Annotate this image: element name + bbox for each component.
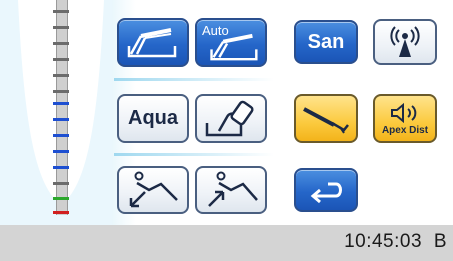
scale-tick [53, 10, 69, 13]
endo-handpiece-icon [303, 106, 349, 134]
cup-fill-button[interactable] [195, 94, 267, 143]
return-arrow-icon [310, 182, 342, 204]
cup-fill-icon [205, 100, 254, 136]
scale-tick-blue [53, 150, 69, 153]
wireless-signal-icon [390, 26, 420, 57]
chair-recline-down-icon [129, 171, 178, 208]
apex-dist-label: Apex Dist [381, 124, 429, 136]
endo-motor-button[interactable] [294, 94, 358, 143]
scale-tick [53, 182, 69, 185]
auto-instrument-button[interactable]: Auto [195, 18, 267, 67]
scale-tick-blue [53, 102, 69, 105]
chair-recline-up-icon [208, 171, 258, 207]
scale-tick-blue [53, 134, 69, 137]
scale-tick-green [53, 197, 69, 200]
return-button[interactable] [294, 168, 358, 212]
aqua-button[interactable]: Aqua [117, 94, 189, 143]
scale-tick-blue [53, 118, 69, 121]
scale-tick [53, 58, 69, 61]
clock-time: 10:45:03 [344, 231, 423, 252]
apex-locator-scale [53, 0, 69, 220]
san-button[interactable]: San [294, 20, 358, 64]
chair-up-button[interactable] [195, 166, 267, 214]
scale-tick-blue [53, 166, 69, 169]
speaker-icon [391, 102, 417, 123]
scale-tick [53, 26, 69, 29]
row-separator [114, 78, 274, 81]
instrument-tray-button[interactable] [117, 18, 189, 67]
row-separator [114, 153, 274, 156]
clock-suffix: B [433, 231, 447, 252]
handpiece-tray-icon [127, 27, 177, 57]
wireless-button[interactable] [373, 19, 437, 65]
scale-tick [53, 90, 69, 93]
aqua-label: Aqua [128, 107, 178, 129]
san-label: San [307, 30, 345, 53]
dental-control-screen: Auto San Aqua Apex Dist 10:45:03 B [0, 0, 453, 261]
scale-tick-red [53, 211, 69, 214]
auto-label: Auto [202, 23, 229, 38]
chair-down-button[interactable] [117, 166, 189, 214]
status-clock: 10:45:03 B [344, 231, 447, 253]
scale-tick [53, 74, 69, 77]
scale-tick [53, 42, 69, 45]
apex-dist-button[interactable]: Apex Dist [373, 94, 437, 143]
